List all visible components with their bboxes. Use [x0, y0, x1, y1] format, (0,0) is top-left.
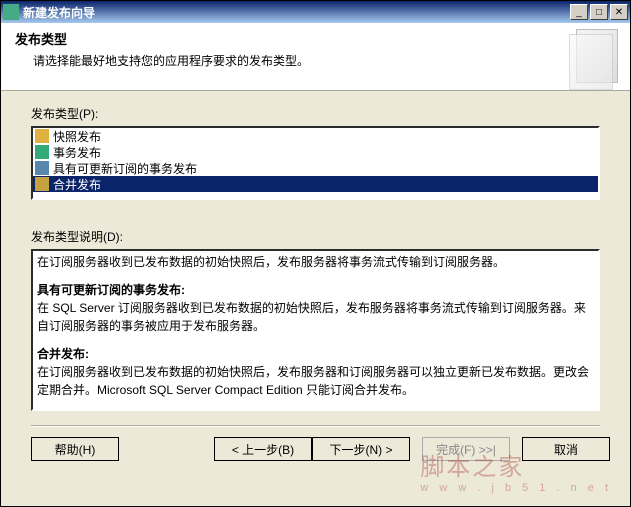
- wizard-footer: 帮助(H) < 上一步(B) 下一步(N) > 完成(F) >>| 取消: [1, 437, 630, 475]
- list-item-label: 快照发布: [53, 128, 101, 145]
- titlebar: 新建发布向导 _ □ ✕: [1, 1, 630, 23]
- publication-type-label: 发布类型(P):: [31, 105, 600, 122]
- finish-button: 完成(F) >>|: [422, 437, 510, 461]
- list-item-merge[interactable]: 合并发布: [33, 176, 598, 192]
- list-item-label: 具有可更新订阅的事务发布: [53, 160, 197, 177]
- snapshot-icon: [35, 129, 49, 143]
- publication-type-listbox[interactable]: 快照发布 事务发布 具有可更新订阅的事务发布 合并发布: [31, 126, 600, 200]
- watermark-url: w w w . j b 5 1 . n e t: [420, 482, 612, 494]
- updatable-icon: [35, 161, 49, 175]
- list-item-label: 合并发布: [53, 176, 101, 193]
- minimize-button[interactable]: _: [570, 4, 588, 20]
- wizard-window: 新建发布向导 _ □ ✕ 发布类型 请选择能最好地支持您的应用程序要求的发布类型…: [0, 0, 631, 507]
- separator: [31, 425, 600, 427]
- wizard-header: 发布类型 请选择能最好地支持您的应用程序要求的发布类型。: [1, 23, 630, 91]
- desc-paragraph: 在订阅服务器收到已发布数据的初始快照后，发布服务器将事务流式传输到订阅服务器。: [37, 253, 594, 271]
- transactional-icon: [35, 145, 49, 159]
- close-button[interactable]: ✕: [610, 4, 628, 20]
- type-description-textbox[interactable]: 在订阅服务器收到已发布数据的初始快照后，发布服务器将事务流式传输到订阅服务器。 …: [31, 249, 600, 411]
- list-item-updatable[interactable]: 具有可更新订阅的事务发布: [33, 160, 598, 176]
- merge-icon: [35, 177, 49, 191]
- list-item-transactional[interactable]: 事务发布: [33, 144, 598, 160]
- type-description-label: 发布类型说明(D):: [31, 228, 600, 245]
- desc-heading: 具有可更新订阅的事务发布:: [37, 281, 594, 299]
- maximize-button[interactable]: □: [590, 4, 608, 20]
- back-button[interactable]: < 上一步(B): [214, 437, 312, 461]
- next-button[interactable]: 下一步(N) >: [312, 437, 410, 461]
- page-subtitle: 请选择能最好地支持您的应用程序要求的发布类型。: [33, 52, 616, 69]
- cancel-button[interactable]: 取消: [522, 437, 610, 461]
- wizard-content: 发布类型(P): 快照发布 事务发布 具有可更新订阅的事务发布 合并发布 发布类…: [1, 91, 630, 427]
- nav-button-group: < 上一步(B) 下一步(N) >: [214, 437, 410, 461]
- header-decoration-icon: [576, 29, 618, 83]
- list-item-label: 事务发布: [53, 144, 101, 161]
- desc-heading: 合并发布:: [37, 345, 594, 363]
- window-controls: _ □ ✕: [570, 4, 628, 20]
- help-button[interactable]: 帮助(H): [31, 437, 119, 461]
- desc-paragraph: 在订阅服务器收到已发布数据的初始快照后，发布服务器和订阅服务器可以独立更新已发布…: [37, 363, 594, 399]
- window-title: 新建发布向导: [23, 4, 570, 21]
- app-icon: [3, 4, 19, 20]
- page-title: 发布类型: [15, 29, 616, 48]
- list-item-snapshot[interactable]: 快照发布: [33, 128, 598, 144]
- desc-paragraph: 在 SQL Server 订阅服务器收到已发布数据的初始快照后，发布服务器将事务…: [37, 299, 594, 335]
